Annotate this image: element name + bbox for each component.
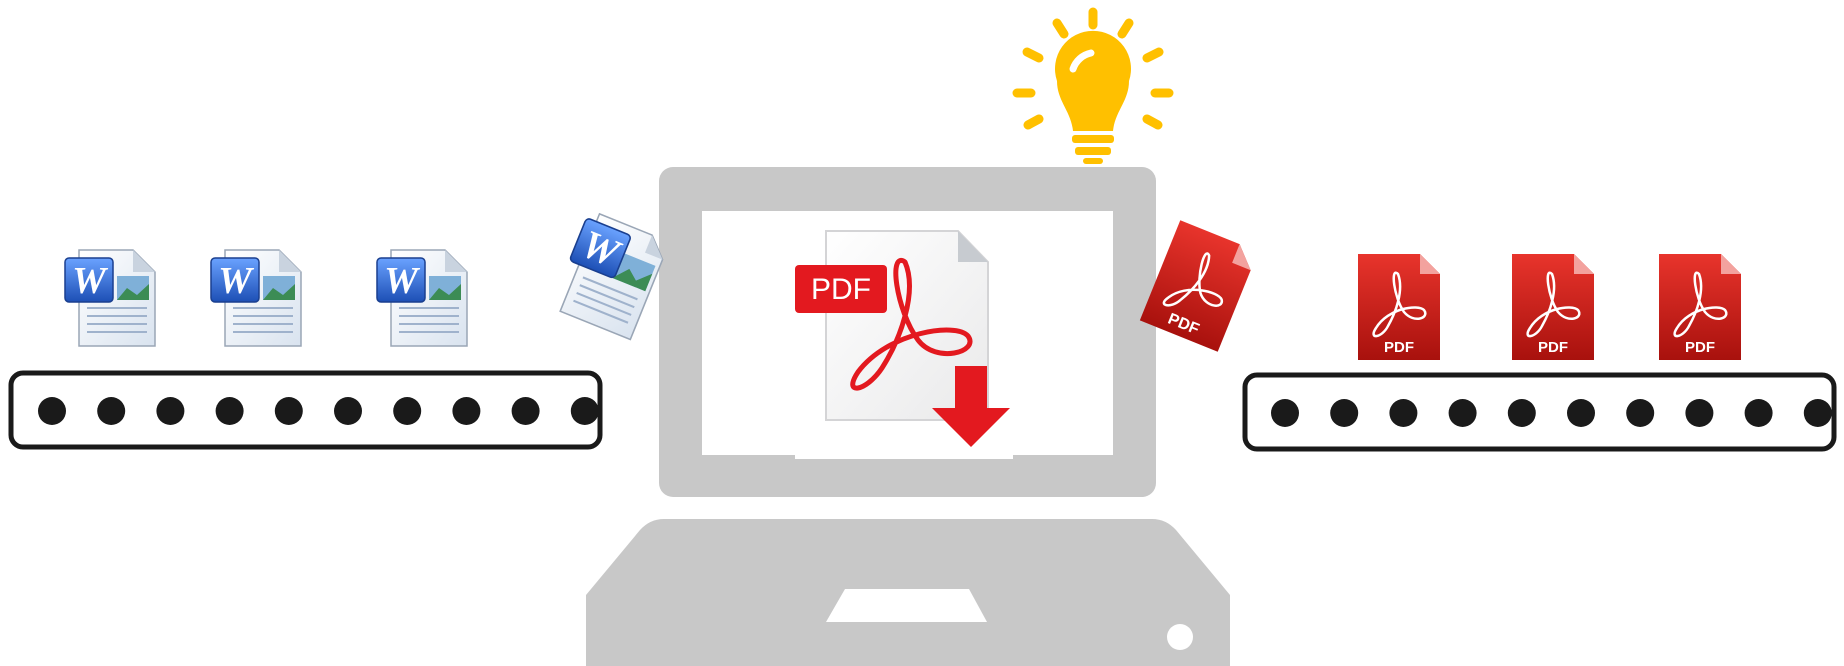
outgoing-pdf-document: PDF [1139, 220, 1251, 352]
output-roller [1330, 399, 1359, 427]
pdf-document-icon: PDF [1659, 254, 1741, 360]
word-letter: W [72, 260, 109, 302]
output-roller [1626, 399, 1655, 427]
laptop-trackpad [826, 589, 987, 622]
pdf-label: PDF [1538, 339, 1568, 356]
output-roller [1803, 399, 1832, 427]
word-document-icon: W [64, 249, 156, 347]
input-roller [570, 397, 599, 425]
input-roller [38, 397, 66, 425]
output-roller [1567, 399, 1595, 427]
word-document-icon: W [559, 212, 664, 341]
input-roller [156, 397, 185, 425]
pdf-label: PDF [1384, 339, 1414, 356]
pdf-document-icon: PDF [1358, 254, 1440, 360]
pdf-document-icon: PDF [1512, 254, 1594, 360]
input-roller [334, 397, 362, 425]
output-roller [1744, 399, 1773, 427]
pdf-label: PDF [1685, 339, 1715, 356]
pdf-download-icon: PDF [795, 230, 1010, 447]
pdf-badge-label: PDF [811, 273, 871, 306]
input-documents: WWW [64, 249, 468, 347]
input-roller [97, 397, 126, 425]
output-roller [1507, 399, 1536, 427]
word-letter: W [384, 260, 421, 302]
word-letter: W [218, 260, 255, 302]
lightbulb-icon [1012, 7, 1174, 164]
word-document-icon: W [376, 249, 468, 347]
output-roller [1271, 399, 1299, 427]
output-roller [1685, 399, 1714, 427]
input-roller [393, 397, 422, 425]
output-documents: PDF PDF PDF [1358, 254, 1741, 360]
word-to-pdf-conversion-diagram: PDF W W W W PDF PDF PDF PDF [8, 7, 1837, 666]
input-roller [215, 397, 244, 425]
output-roller [1389, 399, 1418, 427]
incoming-word-document: W [559, 212, 664, 341]
input-roller [452, 397, 481, 425]
output-roller [1448, 399, 1477, 427]
input-roller [274, 397, 303, 425]
word-document-icon: W [210, 249, 302, 347]
input-roller [511, 397, 540, 425]
power-button [1167, 624, 1193, 650]
pdf-document-icon: PDF [1139, 220, 1251, 352]
